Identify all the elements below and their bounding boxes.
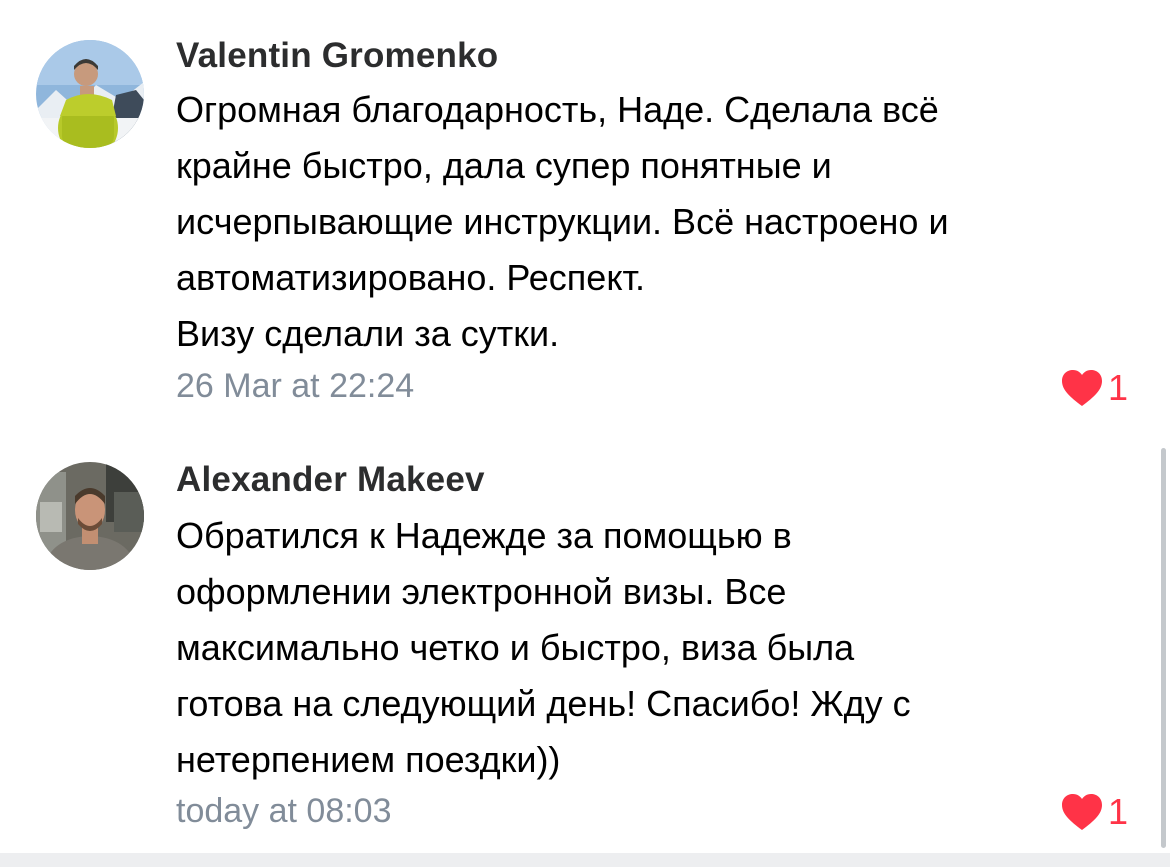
comments-page: Valentin Gromenko Огромная благодарность… [0,0,1170,867]
like-count: 1 [1107,791,1128,832]
comment-text-line: оформлении электронной визы. Все [176,571,787,612]
comment-text-line: автоматизировано. Респект. [176,257,645,298]
comment-timestamp: 26 Mar at 22:24 [176,367,415,405]
comment-text-line: исчерпывающие инструкции. Всё настроено … [176,201,949,242]
avatar-photo [36,462,144,570]
comment-text-line: готова на следующий день! Спасибо! Жду с [176,683,911,724]
comment-author[interactable]: Alexander Makeev [176,460,485,500]
avatar-photo [36,40,144,148]
comment-text: Обратился к Надежде за помощью в оформле… [176,508,1146,788]
bottom-divider [0,853,1170,867]
comment-author[interactable]: Valentin Gromenko [176,36,498,76]
comment-text: Огромная благодарность, Наде. Сделала вс… [176,82,1146,362]
avatar[interactable] [36,462,144,570]
like-count: 1 [1107,367,1128,408]
comment-item: Alexander Makeev Обратился к Надежде за … [0,430,1170,852]
comment-timestamp: today at 08:03 [176,792,392,830]
comment-text-line: крайне быстро, дала супер понятные и [176,145,832,186]
comment-text-line: Визу сделали за сутки. [176,313,560,354]
like-button[interactable]: 1 [1060,366,1128,410]
comment-text-line: нетерпением поездки)) [176,739,561,780]
heart-icon [1061,370,1102,406]
comment-item: Valentin Gromenko Огромная благодарность… [0,0,1170,430]
comment-text-line: Огромная благодарность, Наде. Сделала вс… [176,89,939,130]
heart-icon [1061,794,1102,830]
scrollbar[interactable] [1161,448,1166,848]
like-button[interactable]: 1 [1060,790,1128,834]
comment-text-line: максимально четко и быстро, виза была [176,627,855,668]
comment-text-line: Обратился к Надежде за помощью в [176,515,792,556]
avatar[interactable] [36,40,144,148]
